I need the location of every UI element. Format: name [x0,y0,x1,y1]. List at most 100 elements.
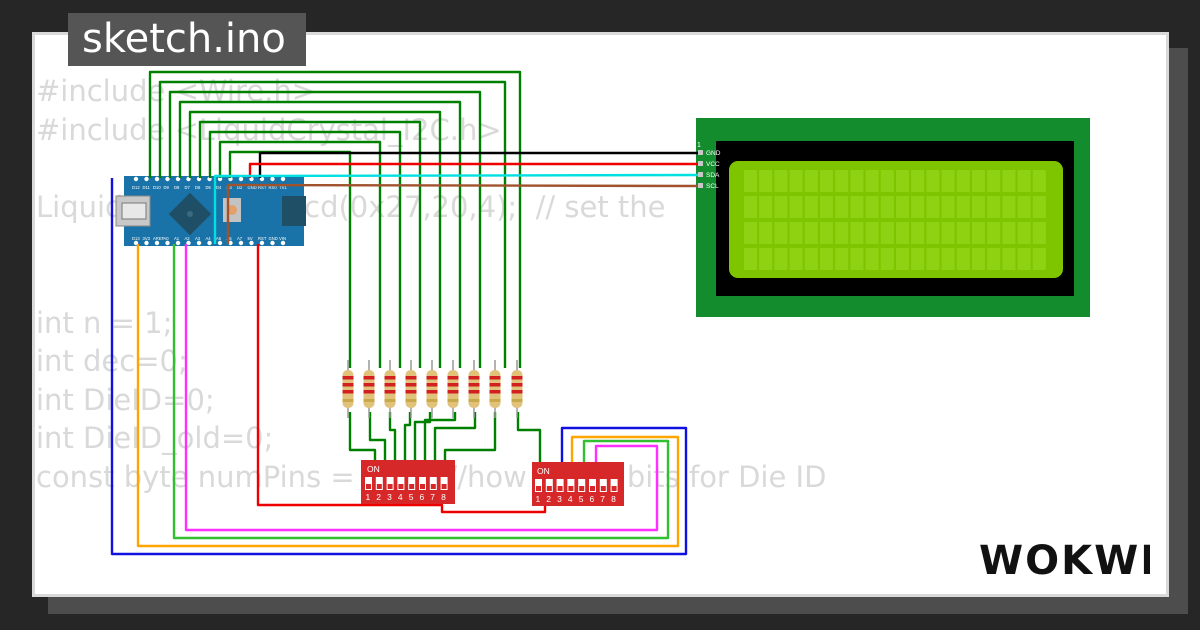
resistor[interactable] [342,360,354,418]
lcd-pin-pad [698,183,703,188]
nano-pin [175,240,181,246]
dip-switch-left[interactable]: ON 12345678 [361,460,455,504]
nano-pin [249,240,254,246]
dip-switch-number: 8 [611,494,616,504]
lcd-char-cell [896,222,909,244]
lcd-pin1-label: 1 [697,142,701,149]
nano-pin-label: A4 [206,236,212,241]
lcd-char-cell [972,196,985,218]
nano-pin-label: D12 [132,185,140,190]
nano-pin [154,240,160,246]
lcd-display[interactable]: 1 GND VCC SDA SCL [696,118,1090,317]
lcd-char-cell [850,248,864,270]
lcd-char-cell [850,196,864,218]
resistor[interactable] [405,360,417,418]
lcd-char-cell [1032,248,1046,270]
dip-switch-number: 2 [546,494,551,504]
lcd-char-cell [880,170,894,192]
lcd-char-cell [804,222,818,244]
file-title[interactable]: sketch.ino [68,13,306,66]
nano-pin-label: 5V [248,236,253,241]
nano-pin-label: D10 [153,185,161,190]
lcd-char-cell [789,196,803,218]
resistor[interactable] [511,360,523,418]
lcd-char-cell [744,248,757,270]
nano-pin [165,240,170,246]
dip-switch-lever [600,486,606,491]
nano-pin-label: RST [258,236,267,241]
wokwi-logo: WOKWI [979,538,1150,584]
wire [208,130,402,368]
nano-pin [270,176,275,182]
dip-switch-lever [366,484,371,489]
nano-pin [196,240,202,246]
nano-pin [133,176,139,182]
lcd-char-cell [789,248,803,270]
lcd-char-cell [744,170,757,192]
lcd-pin-label: VCC [706,161,720,168]
lcd-char-cell [972,170,985,192]
resistor[interactable] [426,360,438,418]
resistors [342,360,523,418]
lcd-char-cell [1032,196,1046,218]
lcd-char-cell [1002,222,1016,244]
lcd-char-cell [1017,196,1031,218]
nano-pin [259,240,265,246]
dip-switch-lever [611,486,617,491]
lcd-char-cell [865,170,879,192]
nano-pin [154,176,160,182]
lcd-char-cell [911,196,925,218]
lcd-char-cell [1002,170,1016,192]
nano-pin-label: D13 [132,236,140,241]
lcd-char-cell [956,222,970,244]
lcd-char-cell [789,222,803,244]
lcd-char-cell [774,170,788,192]
lcd-char-cell [820,222,833,244]
resistor[interactable] [468,360,480,418]
resistor[interactable] [384,360,396,418]
resistor[interactable] [363,360,375,418]
lcd-pin-label: SDA [706,172,720,179]
wokwi-logo-text: WOKWI [979,538,1150,584]
nano-pin-label: D9 [164,185,170,190]
lcd-pin-label: GND [706,150,721,157]
dip-switch-number: 1 [366,492,371,502]
dip-switch-lever [387,484,393,489]
dip-switch-right[interactable]: ON 12345678 [532,462,624,506]
nano-pin-label: D8 [174,185,180,190]
lcd-char-cell [926,170,940,192]
lcd-char-cell [820,248,833,270]
lcd-char-cell [911,248,925,270]
mcu-dot [187,211,193,217]
nano-pin-label: GND [269,236,278,241]
nano-pin-label: A5 [216,236,222,241]
lcd-char-cell [880,196,894,218]
dip-switch-number: 8 [441,492,446,502]
lcd-char-cell [850,170,864,192]
lcd-char-cell [865,196,879,218]
lcd-char-cell [774,196,788,218]
dip-switch-lever [376,484,382,489]
lcd-char-cell [1032,170,1046,192]
lcd-char-cell [1017,248,1031,270]
lcd-char-cell [926,248,940,270]
nano-pin-label: D6 [195,185,201,190]
lcd-char-cell [1017,222,1031,244]
lcd-char-cell [896,170,909,192]
resistor[interactable] [489,360,501,418]
arduino-nano[interactable]: D12 D11 D10 D9 D8 D7 D6 D5 D4 D3 D2 GND RST RX0 TX1 D1… [115,176,306,246]
lcd-char-cell [896,196,909,218]
nano-bottom-pins: D13 3V3 AREF A0 A1 A2 A3 A4 A5 A6 A7 5V RST GND VIN [132,236,286,246]
wire [403,412,412,462]
wire [388,412,397,462]
nano-pin [238,240,244,246]
lcd-char-cell [835,170,849,192]
resistor[interactable] [447,360,459,418]
lcd-char-cell [956,248,970,270]
lcd-char-cell [941,248,955,270]
lcd-char-cell [789,170,803,192]
dip-switch-lever [579,486,585,491]
dip-switch-number: 3 [387,492,392,502]
lcd-char-cell [820,196,833,218]
wire [516,412,542,464]
